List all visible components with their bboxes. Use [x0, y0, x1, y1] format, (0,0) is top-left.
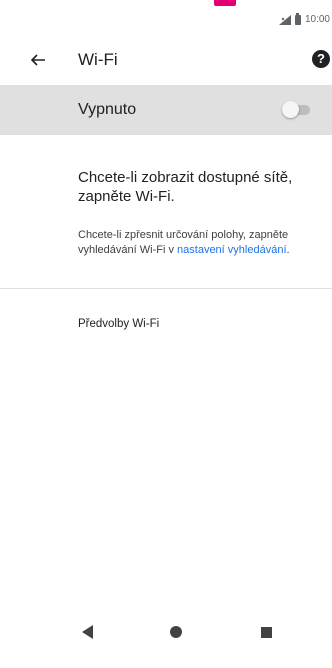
- divider: [0, 288, 332, 289]
- recents-square-icon[interactable]: [254, 620, 278, 644]
- page-title: Wi-Fi: [78, 50, 118, 69]
- status-time: 10:00: [304, 14, 330, 25]
- wifi-toggle[interactable]: [282, 101, 312, 119]
- app-bar: Wi-Fi ?: [0, 34, 332, 84]
- back-triangle-icon[interactable]: [76, 620, 100, 644]
- wifi-preferences-item[interactable]: Předvolby Wi-Fi: [0, 300, 332, 348]
- status-icons: 10:00: [278, 12, 330, 25]
- wifi-preferences-label: Předvolby Wi-Fi: [78, 318, 160, 330]
- signal-icon: [278, 14, 291, 25]
- navigation-bar: [0, 600, 332, 668]
- wifi-off-message: Chcete-li zobrazit dostupné sítě, zapnět…: [78, 169, 293, 205]
- location-scan-hint: Chcete-li zpřesnit určování polohy, zapn…: [78, 228, 328, 258]
- wifi-switch-label: Vypnuto: [78, 101, 137, 118]
- home-circle-icon[interactable]: [164, 620, 188, 644]
- scan-settings-link[interactable]: nastavení vyhledávání: [177, 244, 286, 256]
- battery-icon: [294, 12, 301, 25]
- arrow-back-icon[interactable]: [26, 48, 50, 72]
- help-icon[interactable]: ?: [312, 50, 330, 68]
- status-bar: 10:00: [0, 6, 332, 34]
- location-scan-period: .: [286, 244, 290, 256]
- toggle-thumb: [282, 101, 299, 118]
- wifi-master-switch[interactable]: Vypnuto: [0, 85, 332, 135]
